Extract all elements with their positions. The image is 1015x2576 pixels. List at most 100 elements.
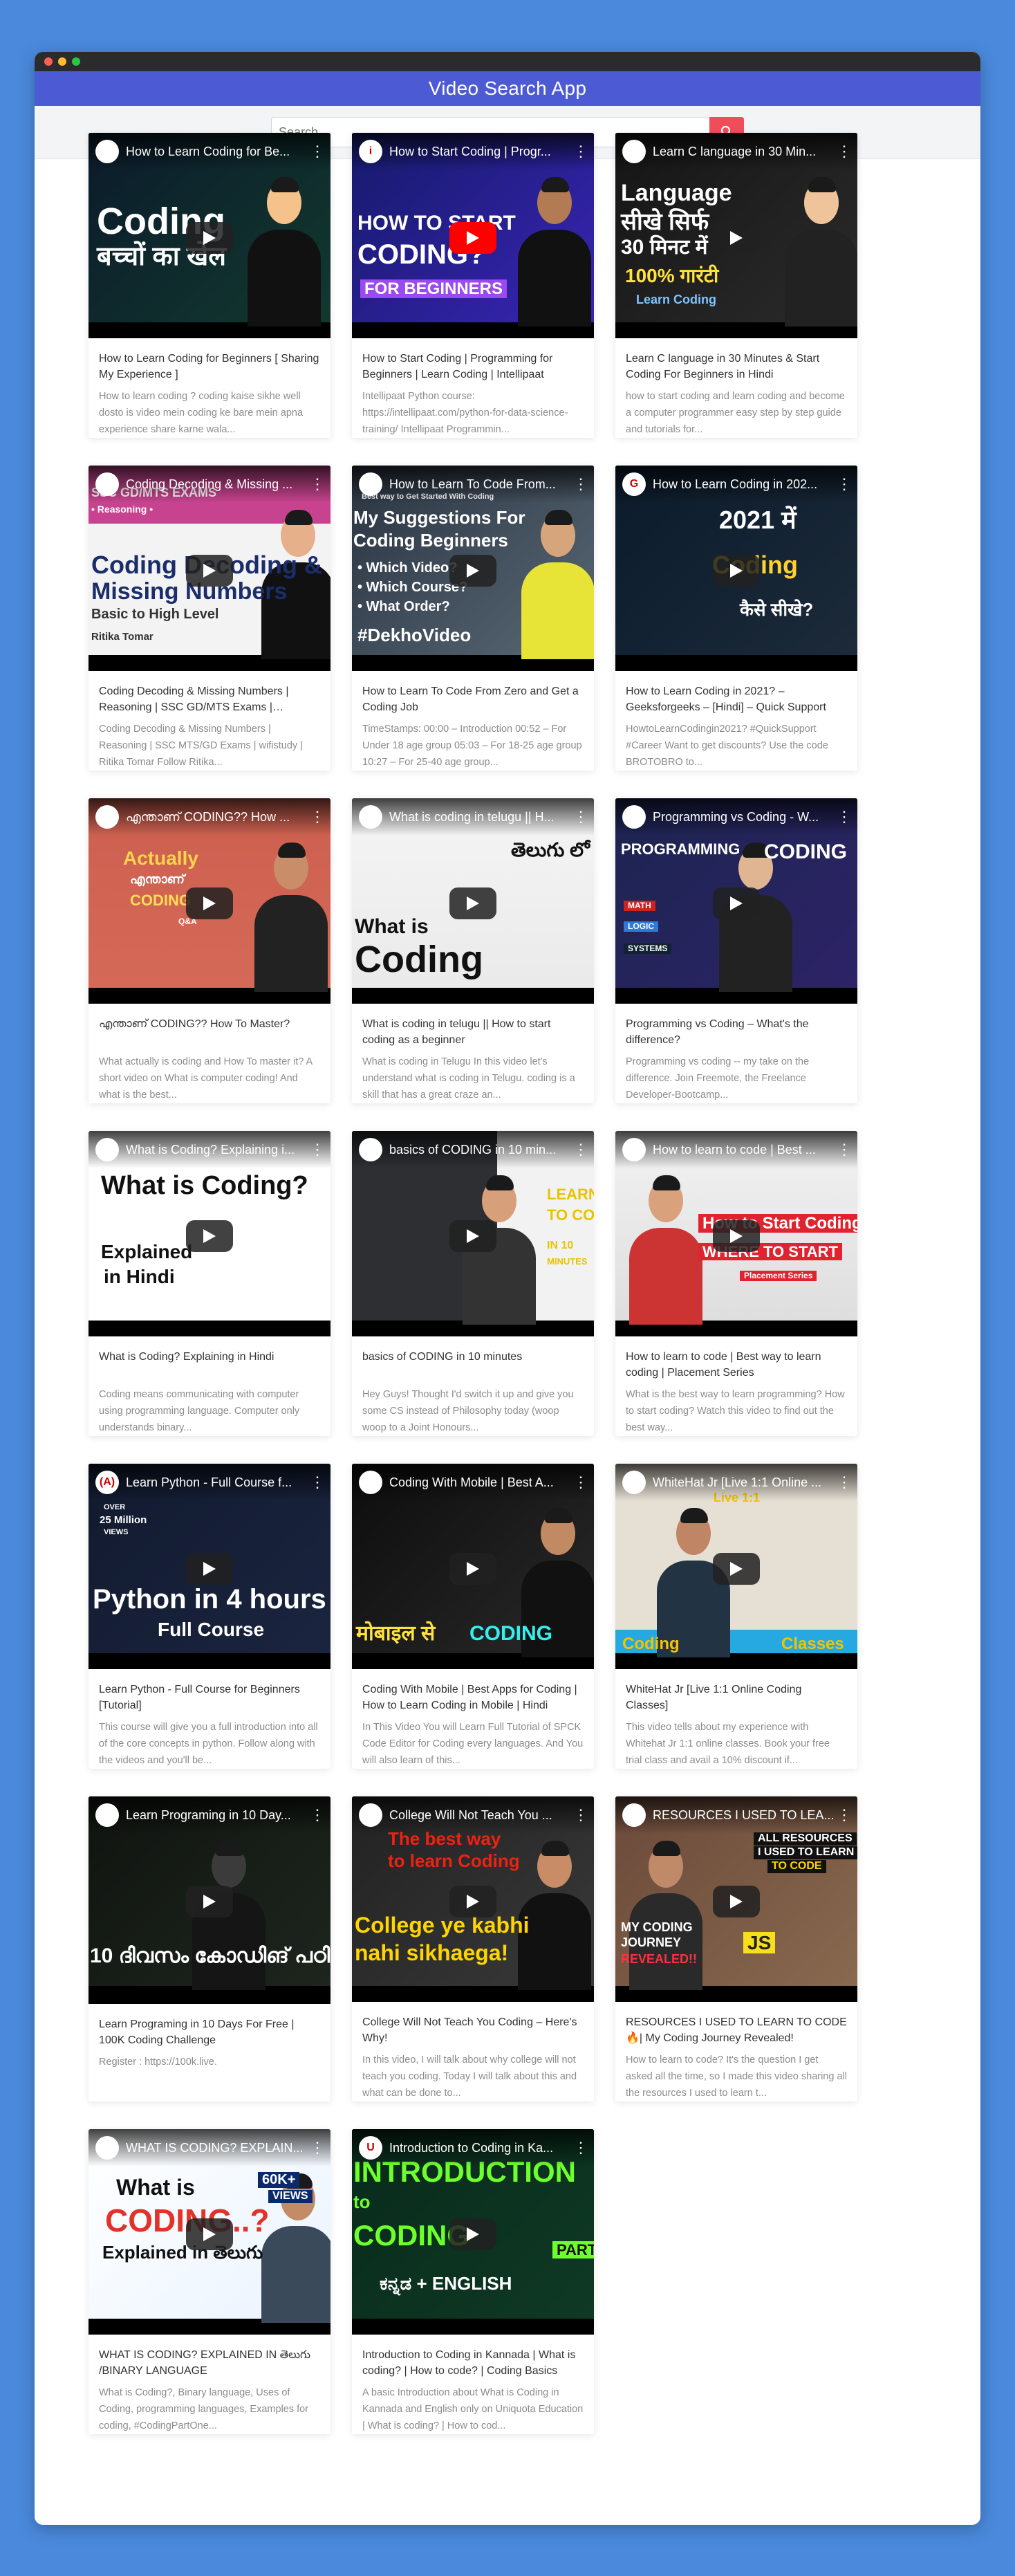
thumbnail-title[interactable]: What is Coding? Explaining i... — [126, 1143, 310, 1157]
video-thumbnail[interactable]: LEARN TO CODE IN 10 MINUTES basics of CODIN… — [352, 1131, 594, 1336]
video-thumbnail[interactable]: What is Coding? Explained in Hindi What is… — [89, 1131, 330, 1336]
thumbnail-title[interactable]: RESOURCES I USED TO LEA... — [653, 1808, 837, 1823]
play-button[interactable] — [713, 1220, 760, 1252]
play-button[interactable] — [186, 2218, 233, 2250]
thumbnail-title[interactable]: Introduction to Coding in Ka... — [389, 2141, 573, 2155]
thumbnail-title[interactable]: Learn Python - Full Course f... — [126, 1475, 310, 1490]
thumbnail-title[interactable]: WHAT IS CODING? EXPLAIN... — [126, 2141, 310, 2155]
more-options-icon[interactable]: ⋮ — [573, 2139, 588, 2157]
channel-avatar[interactable] — [622, 1803, 646, 1827]
thumbnail-title[interactable]: Learn C language in 30 Min... — [653, 145, 837, 159]
video-card[interactable]: తెలుగు లో What is Coding What is coding in… — [352, 798, 594, 1103]
video-title[interactable]: Learn Python - Full Course for Beginners… — [99, 1682, 320, 1713]
video-card[interactable]: Language सीखे सिर्फ 30 मिनट में 100% गारंटी… — [615, 133, 857, 438]
video-card[interactable]: मोबाइल से CODING Coding With Mobile | Bes… — [352, 1464, 594, 1769]
video-thumbnail[interactable]: मोबाइल से CODING Coding With Mobile | Bes… — [352, 1464, 594, 1669]
video-card[interactable]: 10 ദിവസം കോഡിങ് പഠിക്കാം Learn Programin… — [89, 1796, 330, 2101]
video-card[interactable]: What is Coding? Explained in Hindi What is… — [89, 1131, 330, 1436]
channel-avatar[interactable] — [95, 472, 119, 496]
more-options-icon[interactable]: ⋮ — [837, 1806, 852, 1824]
thumbnail-title[interactable]: Coding With Mobile | Best A... — [389, 1475, 573, 1490]
video-title[interactable]: Coding With Mobile | Best Apps for Codin… — [362, 1682, 584, 1713]
thumbnail-title[interactable]: basics of CODING in 10 min... — [389, 1143, 573, 1157]
play-button[interactable] — [186, 555, 233, 587]
channel-avatar[interactable] — [95, 2136, 119, 2160]
video-title[interactable]: Learn C language in 30 Minutes & Start C… — [626, 351, 847, 383]
more-options-icon[interactable]: ⋮ — [837, 142, 852, 160]
maximize-window-dot[interactable] — [72, 57, 80, 66]
channel-avatar[interactable] — [359, 1138, 382, 1161]
video-card[interactable]: 2021 मेंCodingकैसे सीखे? G How to Learn … — [615, 466, 857, 771]
video-title[interactable]: Learn Programing in 10 Days For Free | 1… — [99, 2016, 320, 2048]
video-thumbnail[interactable]: SSC GD/MTS EXAMS• Reasoning •Coding Deco… — [89, 466, 330, 671]
video-title[interactable]: RESOURCES I USED TO LEARN TO CODE🔥| My C… — [626, 2014, 847, 2046]
video-card[interactable]: OVER 25 Million VIEWS Python in 4 hours Full… — [89, 1464, 330, 1769]
video-thumbnail[interactable]: Actually എന്താണ് CODING Q&A എന്താണ് CODING?… — [89, 798, 330, 1004]
play-button[interactable] — [186, 1886, 233, 1917]
video-thumbnail[interactable]: Best way to Get Started With CodingMy Su… — [352, 466, 594, 671]
thumbnail-title[interactable]: Programming vs Coding - W... — [653, 810, 837, 825]
video-card[interactable]: PROGRAMMING CODING MATH LOGIC SYSTEMS Progra… — [615, 798, 857, 1103]
more-options-icon[interactable]: ⋮ — [310, 1806, 325, 1824]
video-thumbnail[interactable]: Language सीखे सिर्फ 30 मिनट में 100% गारंटी… — [615, 133, 857, 338]
video-thumbnail[interactable]: 10 ദിവസം കോഡിങ് പഠിക്കാം Learn Programin… — [89, 1796, 330, 2004]
channel-avatar[interactable] — [622, 1138, 646, 1161]
play-button[interactable] — [449, 555, 496, 587]
video-title[interactable]: basics of CODING in 10 minutes — [362, 1349, 584, 1381]
video-title[interactable]: WhiteHat Jr [Live 1:1 Online Coding Clas… — [626, 1682, 847, 1713]
video-card[interactable]: Coding बच्चों का खेल How to Learn Coding … — [89, 133, 330, 438]
channel-avatar[interactable] — [359, 1471, 382, 1494]
more-options-icon[interactable]: ⋮ — [573, 1473, 588, 1491]
video-card[interactable]: The best way to learn Coding College ye ka… — [352, 1796, 594, 2101]
video-thumbnail[interactable]: INTRODUCTION to CODING PART ಕನ್ನಡ + ENGLISH … — [352, 2129, 594, 2335]
video-card[interactable]: LEARN TO CODE IN 10 MINUTES basics of CODIN… — [352, 1131, 594, 1436]
video-card[interactable]: INTRODUCTION to CODING PART ಕನ್ನಡ + ENGLISH … — [352, 2129, 594, 2434]
video-title[interactable]: എന്താണ് CODING?? How To Master? — [99, 1016, 320, 1048]
more-options-icon[interactable]: ⋮ — [837, 475, 852, 493]
video-title[interactable]: What is coding in telugu || How to start… — [362, 1016, 584, 1048]
play-button[interactable] — [449, 2218, 496, 2250]
video-card[interactable]: SSC GD/MTS EXAMS• Reasoning •Coding Deco… — [89, 466, 330, 771]
play-button[interactable] — [186, 1553, 233, 1585]
video-title[interactable]: How to Start Coding | Programming for Be… — [362, 351, 584, 383]
thumbnail-title[interactable]: How to Learn Coding for Be... — [126, 145, 310, 159]
thumbnail-title[interactable]: College Will Not Teach You ... — [389, 1808, 573, 1823]
channel-avatar[interactable] — [622, 805, 646, 829]
video-thumbnail[interactable]: Coding बच्चों का खेल How to Learn Coding … — [89, 133, 330, 338]
channel-avatar[interactable] — [95, 1138, 119, 1161]
video-thumbnail[interactable]: The best way to learn Coding College ye ka… — [352, 1796, 594, 2002]
video-card[interactable]: Live 1:1CodingClasses WhiteHat Jr [Live … — [615, 1464, 857, 1769]
video-thumbnail[interactable]: OVER 25 Million VIEWS Python in 4 hours Full… — [89, 1464, 330, 1669]
more-options-icon[interactable]: ⋮ — [837, 1473, 852, 1491]
more-options-icon[interactable]: ⋮ — [573, 1806, 588, 1824]
video-title[interactable]: WHAT IS CODING? EXPLAINED IN తెలుగు /BIN… — [99, 2347, 320, 2379]
video-title[interactable]: Programming vs Coding – What's the diffe… — [626, 1016, 847, 1048]
more-options-icon[interactable]: ⋮ — [573, 1141, 588, 1159]
play-button[interactable] — [713, 1553, 760, 1585]
more-options-icon[interactable]: ⋮ — [310, 142, 325, 160]
channel-avatar[interactable] — [95, 1803, 119, 1827]
video-card[interactable]: How to Start Coding WHERE TO START Placeme… — [615, 1131, 857, 1436]
video-title[interactable]: What is Coding? Explaining in Hindi — [99, 1349, 320, 1381]
channel-avatar[interactable] — [359, 805, 382, 829]
more-options-icon[interactable]: ⋮ — [310, 808, 325, 826]
video-card[interactable]: Best way to Get Started With CodingMy Su… — [352, 466, 594, 771]
more-options-icon[interactable]: ⋮ — [310, 475, 325, 493]
play-button[interactable] — [449, 1553, 496, 1585]
play-button[interactable] — [713, 1886, 760, 1917]
minimize-window-dot[interactable] — [58, 57, 66, 66]
play-button[interactable] — [186, 1220, 233, 1252]
more-options-icon[interactable]: ⋮ — [310, 1473, 325, 1491]
channel-avatar[interactable] — [622, 1471, 646, 1494]
thumbnail-title[interactable]: Coding Decoding & Missing ... — [126, 477, 310, 492]
video-card[interactable]: Actually എന്താണ് CODING Q&A എന്താണ് CODING?… — [89, 798, 330, 1103]
video-thumbnail[interactable]: Live 1:1CodingClasses WhiteHat Jr [Live … — [615, 1464, 857, 1669]
play-button[interactable] — [449, 1220, 496, 1252]
play-button[interactable] — [449, 1886, 496, 1917]
channel-avatar[interactable]: U — [359, 2136, 382, 2160]
video-thumbnail[interactable]: HOW TO START CODING? FOR BEGINNERS i How t… — [352, 133, 594, 338]
play-button[interactable] — [713, 887, 760, 919]
play-button[interactable] — [449, 222, 496, 254]
thumbnail-title[interactable]: WhiteHat Jr [Live 1:1 Online ... — [653, 1475, 837, 1490]
more-options-icon[interactable]: ⋮ — [310, 2139, 325, 2157]
